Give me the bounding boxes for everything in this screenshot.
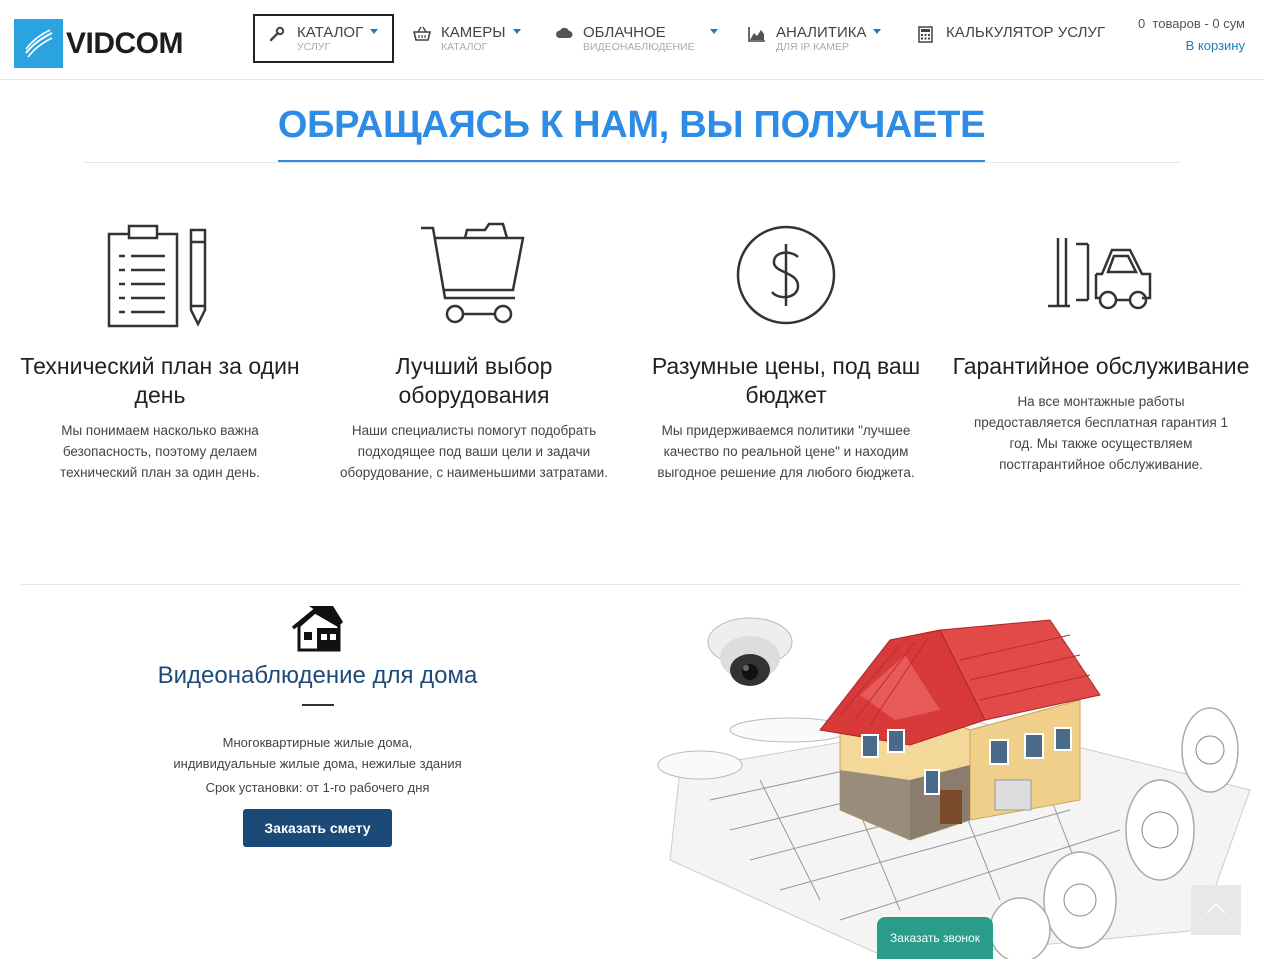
nav-sublabel: ВИДЕОНАБЛЮДЕНИЕ: [583, 41, 695, 53]
feature-card: Лучший выбор оборудования Наши специалис…: [324, 218, 624, 483]
feature-card: Разумные цены, под ваш бюджет Мы придерж…: [636, 218, 936, 483]
cart-link[interactable]: В корзину: [1138, 38, 1245, 53]
feature-text: Наши специалисты помогут подобрать подхо…: [340, 423, 608, 480]
house-icon: [145, 604, 490, 654]
calculator-icon: [918, 26, 936, 44]
nav-label: ОБЛАЧНОЕ: [583, 24, 666, 41]
wrench-icon: [269, 26, 287, 44]
basket-icon: [412, 26, 432, 44]
feature-title: Лучший выбор оборудования: [395, 353, 553, 408]
nav-label: АНАЛИТИКА: [776, 24, 867, 41]
cloud-icon: [555, 26, 573, 44]
order-estimate-button[interactable]: Заказать смету: [243, 809, 392, 847]
nav-cloud[interactable]: ОБЛАЧНОЕ ВИДЕОНАБЛЮДЕНИЕ: [555, 14, 718, 63]
install-term: Срок установки: от 1-го рабочего дня: [205, 780, 430, 795]
request-call-button[interactable]: Заказать звонок: [877, 917, 993, 959]
clipboard-pencil-icon: [10, 218, 310, 330]
scroll-to-top-button[interactable]: [1191, 885, 1241, 935]
cart-icon: [324, 218, 624, 330]
home-title: Видеонаблюдение для дома: [157, 662, 478, 689]
cart-count: 0 товаров - 0 сум: [1137, 16, 1245, 31]
chevron-down-icon: [512, 29, 521, 34]
chevron-up-icon: [1206, 901, 1226, 919]
logo-text: VIDCOM: [66, 26, 184, 60]
nav-cameras[interactable]: КАМЕРЫ КАТАЛОГ: [412, 14, 521, 63]
divider: [301, 704, 334, 706]
home-desc-line: Многоквартирные жилые дома,: [222, 735, 413, 750]
section-heading: ОБРАЩАЯСЬ К НАМ, ВЫ ПОЛУЧАЕТЕ: [0, 104, 1263, 162]
feature-title: Разумные цены, под ваш бюджет: [651, 353, 921, 408]
logo[interactable]: VIDCOM: [14, 19, 184, 68]
home-desc-line: индивидуальные жилые дома, нежилые здани…: [173, 756, 462, 771]
dollar-coin-icon: [636, 218, 936, 330]
chevron-down-icon: [370, 29, 379, 34]
chevron-down-icon: [709, 29, 718, 34]
divider: [83, 162, 1181, 163]
feature-text: Мы понимаем насколько важна безопасность…: [60, 423, 260, 480]
home-description: Многоквартирные жилые дома, индивидуальн…: [145, 732, 490, 774]
nav-label: КАТАЛОГ: [297, 24, 364, 41]
nav-label: КАЛЬКУЛЯТОР УСЛУГ: [946, 24, 1106, 41]
feature-title: Технический план за один день: [20, 353, 300, 408]
feature-card: Гарантийное обслуживание На все монтажны…: [951, 218, 1251, 475]
nav-catalog-services[interactable]: КАТАЛОГ УСЛУГ: [253, 14, 394, 63]
divider: [21, 584, 1241, 585]
nav-sublabel: ДЛЯ IP КАМЕР: [776, 41, 850, 53]
nav-analytics[interactable]: АНАЛИТИКА ДЛЯ IP КАМЕР: [748, 14, 882, 63]
feature-title: Гарантийное обслуживание: [952, 353, 1250, 379]
forklift-icon: [951, 218, 1251, 330]
chart-icon: [748, 26, 766, 44]
chevron-down-icon: [873, 29, 882, 34]
feature-text: На все монтажные работы предоставляется …: [973, 394, 1228, 472]
house-blueprint-illustration: [640, 600, 1260, 959]
nav-calculator[interactable]: КАЛЬКУЛЯТОР УСЛУГ: [918, 14, 1105, 63]
nav-sublabel: КАТАЛОГ: [441, 41, 488, 53]
site-header: VIDCOM КАТАЛОГ УСЛУГ КАМЕРЫ КАТАЛОГ ОБЛА…: [0, 0, 1263, 80]
feature-text: Мы придерживаемся политики "лучшее качес…: [657, 423, 915, 480]
section-title: ОБРАЩАЯСЬ К НАМ, ВЫ ПОЛУЧАЕТЕ: [277, 104, 985, 162]
logo-mark-icon: [14, 19, 63, 68]
feature-card: Технический план за один день Мы понимае…: [10, 218, 310, 483]
nav-label: КАМЕРЫ: [441, 24, 506, 41]
nav-sublabel: УСЛУГ: [297, 41, 331, 53]
cart-widget: 0 товаров - 0 сум В корзину: [1138, 16, 1245, 53]
home-surveillance-block: Видеонаблюдение для дома Многоквартирные…: [145, 604, 490, 847]
